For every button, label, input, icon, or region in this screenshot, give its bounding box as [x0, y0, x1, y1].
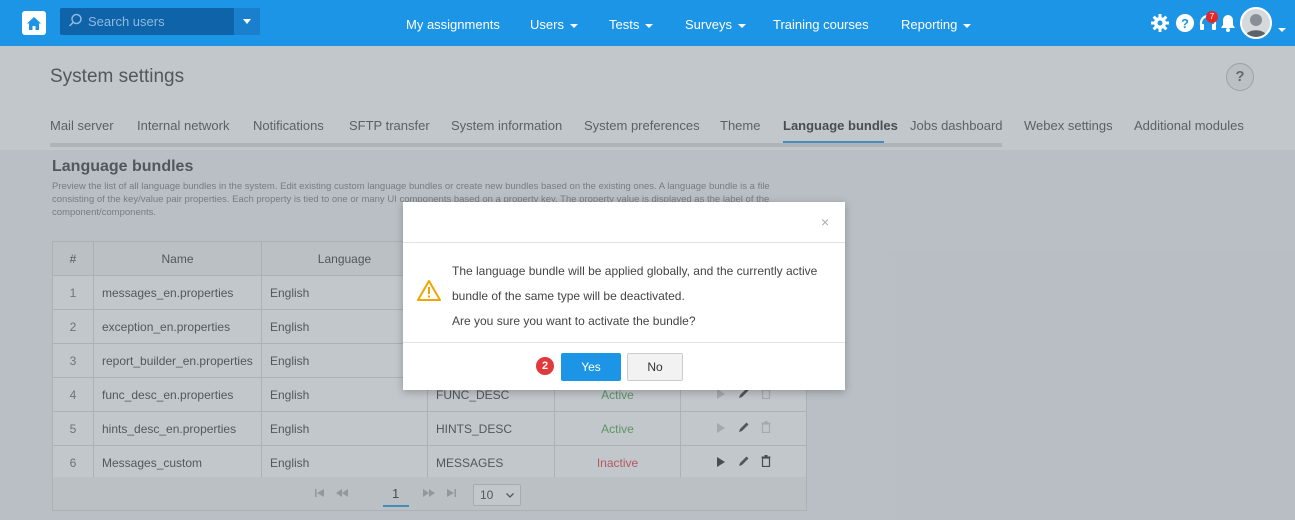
dialog-footer-divider: [403, 342, 845, 343]
nav-surveys[interactable]: Surveys: [685, 17, 746, 32]
chevron-down-icon: [737, 23, 746, 28]
nav-training-courses[interactable]: Training courses: [773, 17, 869, 32]
chevron-down-icon: [569, 23, 578, 28]
bell-icon[interactable]: [1218, 13, 1238, 38]
close-icon[interactable]: ×: [821, 214, 829, 230]
nav-reporting[interactable]: Reporting: [901, 17, 972, 32]
nav-users-label: Users: [530, 17, 564, 32]
notification-badge: 7: [1206, 11, 1218, 23]
nav-tests[interactable]: Tests: [609, 17, 654, 32]
confirm-activation-dialog: × The language bundle will be applied gl…: [403, 202, 845, 390]
nav-users[interactable]: Users: [530, 17, 578, 32]
svg-text:?: ?: [1181, 16, 1189, 31]
dialog-message-line-3: Are you sure you want to activate the bu…: [452, 314, 696, 328]
search-icon: [68, 13, 83, 33]
search-users-field[interactable]: Search users: [60, 8, 260, 35]
warning-icon: [417, 280, 441, 306]
avatar-caret: [1278, 27, 1286, 32]
nav-reporting-label: Reporting: [901, 17, 958, 32]
nav-my-assignments[interactable]: My assignments: [406, 17, 500, 32]
nav-tests-label: Tests: [609, 17, 640, 32]
chevron-down-icon[interactable]: [1278, 21, 1286, 39]
gear-icon[interactable]: [1150, 13, 1170, 38]
avatar[interactable]: [1240, 7, 1272, 39]
top-navigation-bar: Search users My assignments Users Tests …: [0, 0, 1295, 46]
yes-button[interactable]: Yes: [561, 353, 621, 381]
dialog-header-divider: [403, 242, 845, 243]
dialog-message-line-2: bundle of the same type will be deactiva…: [452, 289, 685, 303]
help-icon[interactable]: ?: [1175, 13, 1195, 38]
step-marker: 2: [536, 357, 554, 375]
search-dropdown-button[interactable]: [234, 8, 260, 35]
search-placeholder: Search users: [88, 14, 165, 29]
chevron-down-icon: [963, 23, 972, 28]
no-button[interactable]: No: [627, 353, 683, 381]
home-icon[interactable]: [22, 11, 46, 35]
dialog-message-line-1: The language bundle will be applied glob…: [452, 264, 818, 278]
nav-surveys-label: Surveys: [685, 17, 732, 32]
chevron-down-icon: [645, 23, 654, 28]
